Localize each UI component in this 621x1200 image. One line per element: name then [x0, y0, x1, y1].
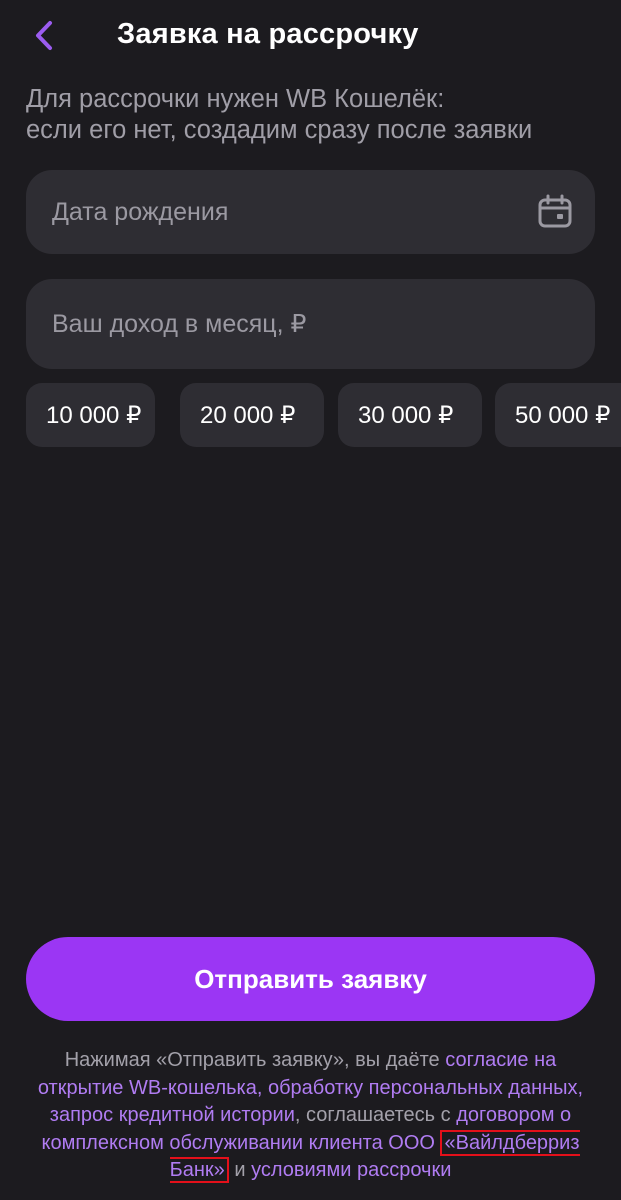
income-chip-50000[interactable]: 50 000 ₽: [495, 383, 621, 447]
legal-disclaimer: Нажимая «Отправить заявку», вы даёте сог…: [20, 1047, 601, 1185]
page-title: Заявка на рассрочку: [117, 18, 419, 50]
wallet-notice: Для рассрочки нужен WB Кошелёк: если его…: [26, 84, 606, 146]
header: Заявка на рассрочку: [0, 0, 621, 72]
income-chip-10000[interactable]: 10 000 ₽: [26, 383, 155, 447]
legal-conjunction: и: [228, 1159, 252, 1182]
legal-prefix: Нажимая «Отправить заявку», вы даёте: [64, 1049, 446, 1071]
chevron-left-icon: [36, 21, 52, 50]
birth-date-input[interactable]: [26, 170, 595, 254]
calendar-icon[interactable]: [537, 194, 573, 230]
submit-application-button[interactable]: Отправить заявку: [26, 937, 595, 1021]
income-chip-20000[interactable]: 20 000 ₽: [180, 383, 324, 447]
income-chip-row: 10 000 ₽ 20 000 ₽ 30 000 ₽ 50 000 ₽: [26, 383, 621, 447]
income-input[interactable]: [26, 279, 595, 369]
wallet-notice-line-2: если его нет, создадим сразу после заявк…: [26, 116, 533, 144]
wallet-notice-line-1: Для рассрочки нужен WB Кошелёк:: [26, 85, 445, 113]
back-button[interactable]: [22, 14, 68, 60]
income-field[interactable]: [26, 279, 595, 369]
installment-application-screen: Заявка на рассрочку Для рассрочки нужен …: [0, 0, 621, 1200]
installment-terms-link[interactable]: условиями рассрочки: [251, 1159, 451, 1181]
birth-date-field[interactable]: [26, 170, 595, 254]
income-chip-30000[interactable]: 30 000 ₽: [338, 383, 482, 447]
legal-middle: , соглашаетесь с: [294, 1104, 457, 1127]
